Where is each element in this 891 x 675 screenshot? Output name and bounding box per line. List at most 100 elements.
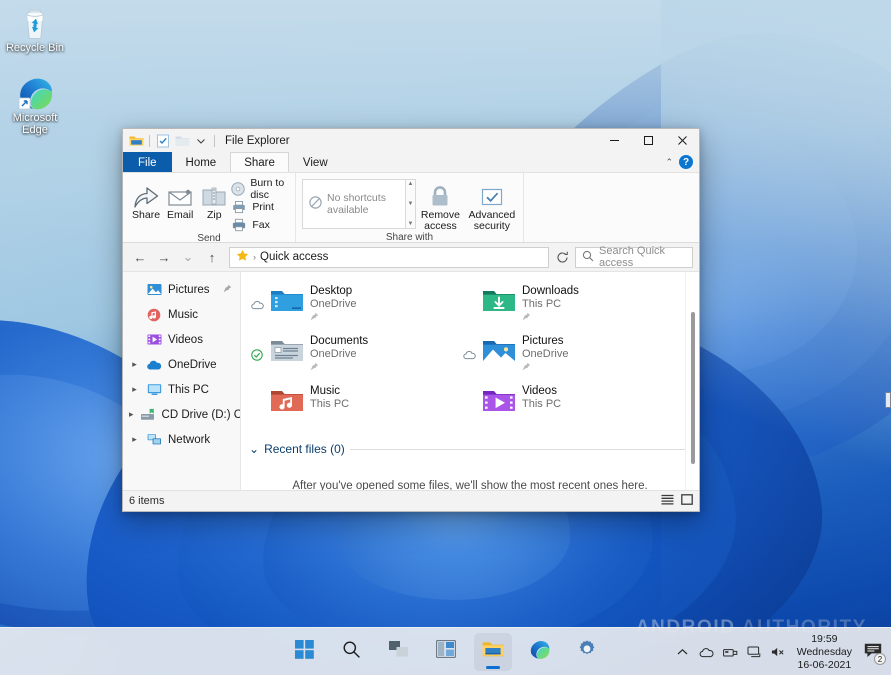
chevron-right-icon[interactable]: ▸: [129, 384, 140, 395]
tab-view[interactable]: View: [289, 152, 342, 172]
details-view-icon[interactable]: [661, 494, 674, 508]
address-bar[interactable]: › Quick access: [229, 247, 549, 268]
sidebar-item-pictures[interactable]: Pictures: [123, 277, 240, 302]
scroll-down-icon[interactable]: ▼: [407, 201, 413, 207]
onedrive-cloud-icon[interactable]: [699, 645, 714, 660]
notification-center-button[interactable]: 2: [863, 642, 883, 662]
forward-button[interactable]: →: [153, 246, 175, 268]
folder-icon[interactable]: [128, 133, 144, 149]
tab-share[interactable]: Share: [230, 152, 289, 172]
customize-dropdown-icon[interactable]: [193, 133, 209, 149]
tile-row: Documents OneDrive: [247, 328, 699, 378]
edge-button[interactable]: [521, 633, 559, 671]
taskbar-buttons[interactable]: [286, 633, 606, 671]
sidebar-item-cd-drive[interactable]: ▸ CD Drive (D:) CC: [123, 402, 240, 427]
file-tile-music[interactable]: Music This PC: [247, 378, 459, 428]
sidebar-item-this-pc[interactable]: ▸ This PC: [123, 377, 240, 402]
file-tile-downloads[interactable]: Downloads This PC: [459, 278, 671, 328]
sidebar-item-label: Music: [168, 309, 198, 321]
tab-home[interactable]: Home: [172, 152, 231, 172]
new-folder-icon[interactable]: [174, 133, 190, 149]
ribbon-button-zip[interactable]: Zip: [197, 177, 231, 221]
window-controls[interactable]: [597, 129, 699, 152]
sidebar-item-music[interactable]: Music: [123, 302, 240, 327]
file-explorer-button[interactable]: [474, 633, 512, 671]
ribbon-button-print[interactable]: Print: [231, 198, 291, 215]
ribbon[interactable]: Share Email: [123, 172, 699, 243]
recent-locations-button[interactable]: ⌄: [177, 246, 199, 268]
file-tile-pictures[interactable]: Pictures OneDrive: [459, 328, 671, 378]
taskbar[interactable]: 19:59 Wednesday 16-06-2021 2: [0, 627, 891, 675]
back-button[interactable]: ←: [129, 246, 151, 268]
chevron-right-icon[interactable]: ▸: [129, 359, 140, 370]
view-mode-toggles[interactable]: [661, 494, 693, 508]
ribbon-button-label: Burn to disc: [250, 177, 287, 201]
settings-button[interactable]: [568, 633, 606, 671]
ribbon-button-email[interactable]: Email: [163, 177, 197, 221]
system-tray[interactable]: 19:59 Wednesday 16-06-2021 2: [675, 628, 883, 675]
clock[interactable]: 19:59 Wednesday 16-06-2021: [797, 633, 852, 672]
network-icon[interactable]: [747, 645, 762, 660]
scrollbar-thumb[interactable]: [691, 312, 695, 464]
file-tile-documents[interactable]: Documents OneDrive: [247, 328, 459, 378]
printer-icon: [231, 199, 247, 215]
navigation-pane[interactable]: Pictures Music: [123, 272, 241, 490]
toolbar-separator: [149, 135, 150, 147]
ribbon-collapse-icon[interactable]: ⌃: [665, 157, 673, 168]
file-explorer-window[interactable]: File Explorer File Home Share View ⌃ ?: [122, 128, 700, 512]
desktop-icon-microsoft-edge[interactable]: Microsoft Edge: [1, 74, 69, 136]
scroll-up-icon[interactable]: ▲: [407, 181, 413, 187]
ribbon-button-share[interactable]: Share: [129, 177, 163, 221]
search-input[interactable]: Search Quick access: [575, 247, 693, 268]
chevron-right-icon[interactable]: ▸: [129, 434, 140, 445]
help-icon[interactable]: ?: [679, 155, 693, 169]
up-button[interactable]: ↑: [201, 246, 223, 268]
quick-access-toolbar[interactable]: [128, 133, 217, 149]
file-tile-name: Pictures: [522, 334, 568, 348]
start-button[interactable]: [286, 633, 324, 671]
shortcuts-scroll-buttons[interactable]: ▲ ▼ ▼: [406, 179, 416, 229]
volume-muted-icon[interactable]: [771, 645, 786, 660]
task-view-button[interactable]: [380, 633, 418, 671]
large-icons-view-icon[interactable]: [681, 494, 693, 508]
ribbon-button-fax[interactable]: Fax: [231, 216, 291, 233]
ribbon-button-advanced-security[interactable]: Advanced security: [465, 177, 519, 232]
usb-icon[interactable]: [723, 645, 738, 660]
widgets-button[interactable]: [427, 633, 465, 671]
shortcuts-gallery[interactable]: No shortcuts available: [302, 179, 406, 229]
file-tile-videos[interactable]: Videos This PC: [459, 378, 671, 428]
close-button[interactable]: [665, 129, 699, 152]
mouse-cursor: [885, 392, 891, 408]
desktop-icon-recycle-bin[interactable]: Recycle Bin: [1, 4, 69, 54]
minimize-button[interactable]: [597, 129, 631, 152]
tab-file[interactable]: File: [123, 152, 172, 172]
ribbon-group-share-with: No shortcuts available ▲ ▼ ▼ Remove acce…: [295, 173, 523, 242]
properties-icon[interactable]: [155, 133, 171, 149]
sidebar-item-network[interactable]: ▸ Network: [123, 427, 240, 452]
file-tile-desktop[interactable]: Desktop OneDrive: [247, 278, 459, 328]
ribbon-button-remove-access[interactable]: Remove access: [416, 177, 465, 232]
chevron-down-icon[interactable]: ⌄: [249, 442, 259, 456]
sidebar-item-videos[interactable]: Videos: [123, 327, 240, 352]
sidebar-item-label: OneDrive: [168, 359, 217, 371]
expand-gallery-icon[interactable]: ▼: [407, 221, 413, 227]
navigation-toolbar[interactable]: ← → ⌄ ↑ › Quick access: [123, 243, 699, 272]
no-status-icon: [250, 382, 264, 422]
ribbon-button-label: Remove access: [416, 210, 465, 232]
ribbon-tab-strip[interactable]: File Home Share View ⌃ ?: [123, 152, 699, 172]
content-scrollbar[interactable]: [685, 272, 699, 490]
breadcrumb-current[interactable]: Quick access: [260, 251, 328, 263]
title-bar[interactable]: File Explorer: [123, 129, 699, 152]
sidebar-item-onedrive[interactable]: ▸ OneDrive: [123, 352, 240, 377]
search-button[interactable]: [333, 633, 371, 671]
chevron-right-icon[interactable]: ▸: [129, 409, 134, 420]
content-pane[interactable]: Desktop OneDrive: [241, 272, 699, 490]
ribbon-button-burn-to-disc[interactable]: Burn to disc: [231, 180, 291, 197]
cloud-icon: [462, 332, 476, 372]
sidebar-item-label: This PC: [168, 384, 209, 396]
checkbox-shield-icon: [478, 180, 506, 210]
refresh-button[interactable]: [551, 247, 573, 268]
maximize-button[interactable]: [631, 129, 665, 152]
recent-files-section-header[interactable]: ⌄ Recent files (0): [249, 442, 685, 456]
tray-overflow-chevron-icon[interactable]: [675, 645, 690, 660]
